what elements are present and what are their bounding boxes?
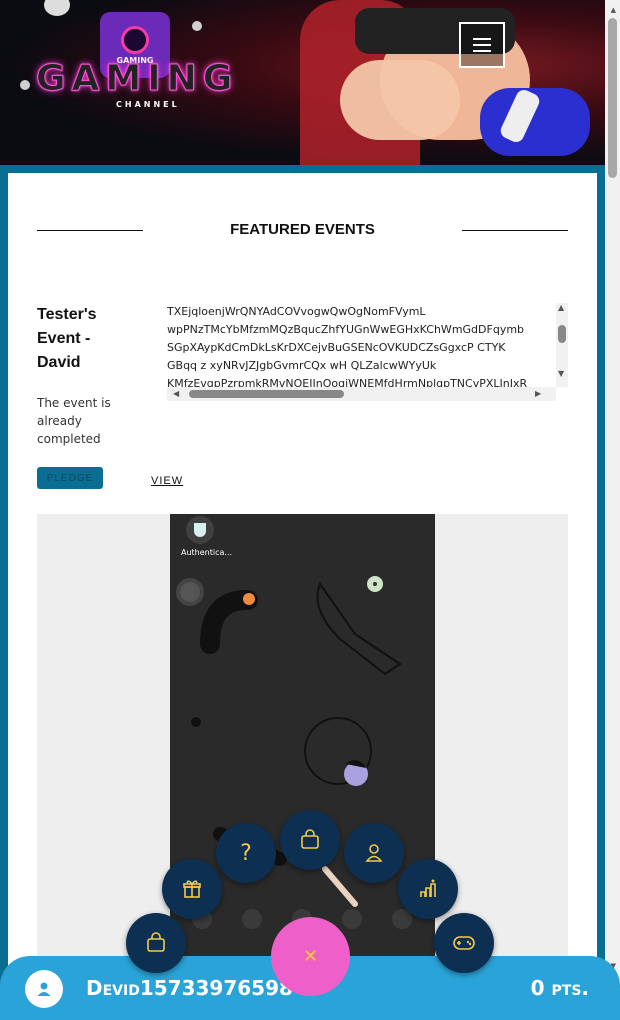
description-line: wpPNzTMcYbMfzmMQzBqucZhfYUGnWwEGHxKChWmG… <box>167 323 525 336</box>
scroll-down-arrow-icon[interactable]: ▼ <box>558 369 564 378</box>
scroll-up-arrow-icon[interactable]: ▲ <box>558 303 564 312</box>
description-scroll-thumb[interactable] <box>558 325 566 343</box>
gamepad-icon <box>453 936 475 950</box>
user-avatar-icon <box>37 982 51 996</box>
fab-shop-button[interactable] <box>126 913 186 973</box>
points-balance: 0 pts. <box>530 976 589 1000</box>
close-icon: ✕ <box>302 946 319 967</box>
fab-help-button[interactable]: ? <box>216 823 276 883</box>
description-line: KMfzEvgpPzrpmkRMvNOEIJnOogiWNEMfdHrmNplg… <box>167 377 528 387</box>
bag-icon <box>301 829 319 849</box>
event-status: The event is already completed <box>37 396 111 446</box>
featured-events-card: FEATURED EVENTS Tester's Event - David T… <box>8 173 597 1020</box>
event-description[interactable]: TXEjqloenjWrQNYAdCOVvogwQwOgNomFVymL wpP… <box>167 303 568 401</box>
brand-subtitle: CHANNEL <box>116 100 180 109</box>
description-horizontal-scrollbar[interactable]: ◀ ▶ <box>167 387 556 401</box>
skull-logo-icon <box>121 25 149 54</box>
fab-games-button[interactable] <box>434 913 494 973</box>
brand-wordmark: GAMING <box>35 58 239 100</box>
fab-profile-button[interactable] <box>344 823 404 883</box>
scroll-up-arrow-icon[interactable]: ▲ <box>611 6 616 14</box>
description-line: GBqq z xyNRvJZJgbGvmrCQx wH QLZalcwWYyUk <box>167 359 437 372</box>
fab-gifts-button[interactable] <box>162 859 222 919</box>
scroll-left-arrow-icon[interactable]: ◀ <box>173 389 179 398</box>
hamburger-icon <box>473 38 491 40</box>
user-icon <box>365 844 383 862</box>
page-scrollbar[interactable]: ▲ ▼ <box>605 0 620 1020</box>
menu-button[interactable] <box>459 22 505 68</box>
page-scrollbar-thumb[interactable] <box>608 18 617 178</box>
description-line: TXEjqloenjWrQNYAdCOVvogwQwOgNomFVymL <box>167 305 426 318</box>
help-icon: ? <box>240 840 252 866</box>
view-link[interactable]: VIEW <box>151 475 183 487</box>
fab-store-button[interactable] <box>280 810 340 870</box>
hamburger-icon-line <box>473 50 491 52</box>
title-divider-right <box>462 230 568 231</box>
description-hscroll-thumb[interactable] <box>189 390 344 398</box>
avatar[interactable] <box>25 970 63 1008</box>
username: Devid15733976598 <box>86 976 293 1000</box>
fab-leaderboard-button[interactable] <box>398 859 458 919</box>
decor-dot <box>192 21 202 31</box>
fab-close-button[interactable]: ✕ <box>271 917 350 996</box>
hand-illustration <box>340 60 460 140</box>
leaderboard-icon <box>420 879 436 897</box>
hamburger-icon-line <box>473 44 491 46</box>
decor-dot <box>20 80 30 90</box>
gift-icon <box>183 880 201 898</box>
pledge-button[interactable]: PLEDGE <box>37 467 103 489</box>
description-vertical-scrollbar[interactable]: ▲ ▼ <box>556 303 568 387</box>
site-header: GAMING GAMING CHANNEL <box>0 0 605 165</box>
scroll-right-arrow-icon[interactable]: ▶ <box>535 389 541 398</box>
description-line: SGpXAypKdCmDkLsKrDXCejvBuGSENcOVKUDCZsGg… <box>167 341 506 354</box>
event-title: Tester's Event - David <box>37 306 97 371</box>
bag-icon <box>147 932 165 952</box>
event-description-text: TXEjqloenjWrQNYAdCOVvogwQwOgNomFVymL wpP… <box>167 303 553 387</box>
